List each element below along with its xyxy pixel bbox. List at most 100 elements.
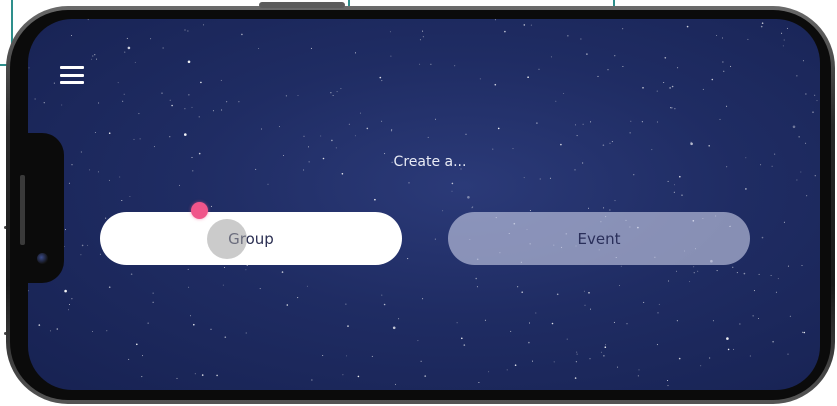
star [245, 269, 247, 271]
star [772, 340, 774, 343]
star [188, 286, 190, 288]
star [465, 133, 467, 135]
star [732, 266, 734, 268]
star [69, 304, 70, 305]
star [479, 78, 481, 80]
star [381, 80, 383, 82]
star [761, 22, 764, 24]
star [676, 320, 678, 322]
star [575, 361, 577, 363]
star [128, 358, 130, 360]
star [169, 136, 171, 138]
star [792, 125, 796, 129]
starfield-background [28, 19, 818, 387]
star [712, 320, 714, 322]
star [514, 364, 517, 367]
star [224, 267, 225, 268]
star [422, 36, 424, 38]
star [379, 76, 382, 79]
star [53, 82, 55, 84]
star [801, 265, 803, 266]
star [297, 297, 299, 299]
star [805, 93, 807, 95]
star [124, 51, 126, 53]
star [366, 127, 369, 130]
star [336, 91, 338, 93]
menu-line [60, 73, 84, 77]
star [677, 67, 679, 69]
star [722, 61, 724, 63]
star [678, 357, 681, 360]
star [286, 304, 289, 306]
star [667, 380, 669, 381]
star [245, 332, 247, 334]
star [551, 322, 554, 325]
star [340, 88, 342, 90]
star [674, 184, 675, 186]
star [523, 177, 525, 179]
star [812, 111, 814, 113]
star [129, 196, 131, 197]
star [549, 177, 551, 179]
star [656, 121, 658, 123]
star [726, 337, 729, 340]
hamburger-menu-icon[interactable] [60, 66, 84, 84]
star [80, 151, 82, 153]
star [633, 174, 635, 176]
star [605, 344, 607, 346]
star [716, 35, 718, 36]
star [34, 98, 36, 100]
star [530, 24, 532, 26]
star [383, 303, 386, 306]
star [668, 280, 670, 282]
star [529, 322, 530, 324]
star [119, 176, 121, 178]
star [259, 288, 261, 290]
star [398, 318, 400, 320]
star [210, 205, 212, 207]
star [814, 175, 816, 177]
star [504, 30, 506, 33]
star [700, 365, 702, 367]
star [506, 369, 508, 371]
star [781, 32, 783, 34]
star [390, 130, 392, 132]
star [71, 298, 73, 300]
star [613, 321, 615, 323]
star [550, 56, 552, 58]
star [726, 105, 728, 107]
group-button[interactable]: Group [100, 212, 402, 265]
star [422, 30, 424, 32]
star [354, 135, 356, 137]
star [614, 200, 616, 202]
star [671, 107, 673, 109]
star [800, 171, 802, 173]
star [803, 331, 806, 334]
star [805, 142, 807, 144]
star [693, 272, 695, 274]
star [357, 375, 360, 378]
star [381, 120, 383, 122]
star [395, 383, 396, 385]
star [420, 360, 422, 362]
star [210, 328, 212, 330]
star [669, 87, 671, 89]
star [99, 253, 101, 255]
star [609, 209, 611, 211]
star [553, 361, 555, 363]
star [267, 183, 269, 185]
star [341, 173, 344, 175]
star [512, 148, 514, 150]
star [226, 101, 228, 103]
star [783, 221, 785, 223]
star [576, 353, 578, 355]
star [28, 360, 29, 362]
star [814, 94, 816, 96]
event-button[interactable]: Event [448, 212, 750, 265]
star [192, 170, 194, 172]
star [693, 266, 695, 268]
star [169, 99, 171, 101]
star [31, 376, 33, 378]
star [774, 153, 776, 155]
star [311, 379, 313, 381]
